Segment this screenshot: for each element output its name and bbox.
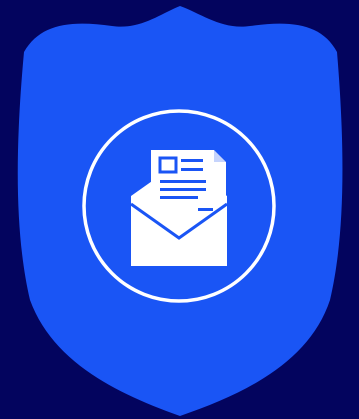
illustration-svg <box>17 6 343 416</box>
shield-badge-illustration <box>0 0 359 419</box>
